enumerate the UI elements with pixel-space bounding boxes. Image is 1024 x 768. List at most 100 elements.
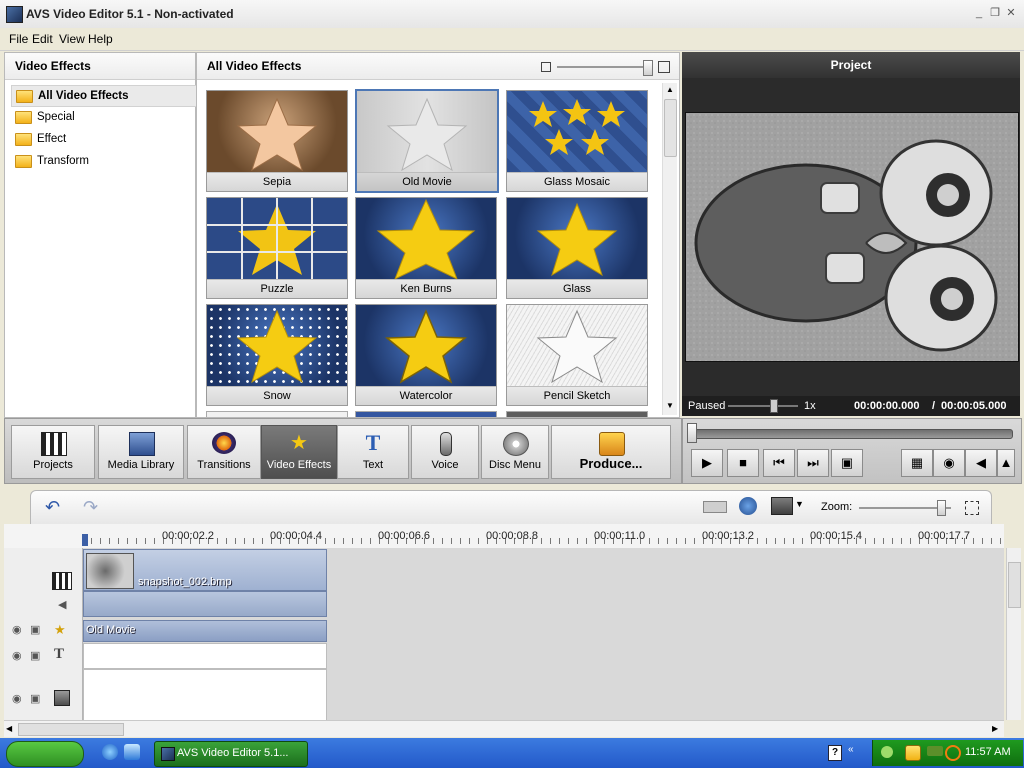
restore-button[interactable]: ❐ — [988, 6, 1002, 20]
redo-icon[interactable]: ↷ — [83, 497, 98, 518]
lock-icon[interactable]: ▣ — [30, 649, 40, 662]
effect-tile-puzzle[interactable]: Puzzle — [206, 197, 348, 299]
speed-slider-thumb[interactable] — [770, 399, 778, 413]
shield-icon[interactable] — [905, 745, 921, 761]
transitions-button[interactable]: Transitions — [187, 425, 261, 479]
menu-help[interactable]: Help — [88, 32, 113, 46]
undo-icon[interactable]: ↶ — [45, 497, 60, 518]
battery-icon[interactable] — [927, 746, 943, 756]
projects-button[interactable]: Projects — [11, 425, 95, 479]
thumbnail-size-slider[interactable] — [557, 66, 649, 68]
scroll-left-icon[interactable]: ◀ — [6, 724, 12, 733]
effect-tile-glass[interactable]: Glass — [506, 197, 648, 299]
text-clip-area[interactable] — [83, 643, 327, 669]
help-icon[interactable]: ? — [828, 745, 842, 761]
effect-clip[interactable]: Old Movie — [83, 620, 327, 642]
volume-dropdown[interactable]: ▲ — [997, 449, 1015, 477]
speed-slider[interactable] — [728, 405, 798, 407]
effect-label: Watercolor — [356, 386, 496, 405]
webcam-icon[interactable] — [739, 497, 757, 515]
video-effects-button[interactable]: ★ Video Effects — [261, 425, 337, 479]
minimize-button[interactable]: _ — [972, 6, 986, 20]
eye-icon[interactable]: ◉ — [12, 649, 22, 662]
category-special[interactable]: Special — [11, 107, 195, 127]
stop-button[interactable]: ■ — [727, 449, 759, 477]
next-frame-button[interactable]: ⏭ — [797, 449, 829, 477]
scroll-right-icon[interactable]: ▶ — [992, 724, 998, 733]
start-button[interactable] — [6, 741, 84, 767]
preview-mode-button[interactable]: ▦ — [901, 449, 933, 477]
volume-button[interactable]: ◀ — [965, 449, 997, 477]
overlay-clip-area[interactable] — [83, 669, 327, 722]
effect-tile-snow[interactable]: Snow — [206, 304, 348, 406]
scroll-down-icon[interactable]: ▼ — [665, 401, 675, 411]
playhead[interactable] — [82, 534, 88, 546]
seek-bar[interactable] — [689, 429, 1013, 439]
pencil-sketch-thumbnail — [507, 305, 647, 386]
split-icon[interactable] — [703, 501, 727, 513]
effect-tile-partial[interactable] — [506, 411, 648, 417]
gallery-scrollbar[interactable]: ▲ ▼ — [662, 83, 677, 415]
menu-view[interactable]: View — [59, 32, 85, 46]
player-controls: ▶ ■ ⏮ ⏭ ▣ ▦ ◉ ◀ ▲ — [682, 418, 1022, 484]
disc-menu-button[interactable]: Disc Menu — [481, 425, 549, 479]
slider-thumb[interactable] — [643, 60, 653, 76]
taskbar-task-avs[interactable]: AVS Video Editor 5.1... — [154, 741, 308, 767]
media-library-button[interactable]: Media Library — [98, 425, 184, 479]
eye-icon[interactable]: ◉ — [12, 623, 22, 636]
text-button[interactable]: T Text — [337, 425, 409, 479]
large-size-icon[interactable] — [658, 61, 670, 73]
play-button[interactable]: ▶ — [691, 449, 723, 477]
effect-tile-glass-mosaic[interactable]: Glass Mosaic — [506, 90, 648, 192]
close-button[interactable]: ✕ — [1004, 6, 1018, 20]
preview-video[interactable] — [685, 112, 1019, 362]
chevron-down-icon[interactable]: ▼ — [795, 499, 804, 509]
effect-tile-watercolor[interactable]: Watercolor — [355, 304, 497, 406]
voice-button[interactable]: Voice — [411, 425, 479, 479]
snapshot-button[interactable]: ◉ — [933, 449, 965, 477]
scroll-up-icon[interactable]: ▲ — [665, 85, 675, 95]
search-icon[interactable] — [945, 745, 961, 761]
task-label: AVS Video Editor 5.1... — [177, 747, 289, 759]
effect-tile-old-movie[interactable]: Old Movie — [355, 89, 499, 193]
audio-speaker-icon[interactable]: ◀ — [58, 598, 66, 611]
effect-label: Ken Burns — [356, 279, 496, 298]
effect-tile-partial[interactable] — [355, 411, 497, 417]
effect-tile-ken-burns[interactable]: Ken Burns — [355, 197, 497, 299]
old-movie-thumbnail — [357, 91, 497, 172]
scroll-thumb[interactable] — [664, 99, 677, 157]
clapper-icon — [41, 432, 67, 456]
menu-edit[interactable]: Edit — [32, 32, 53, 46]
scroll-thumb[interactable] — [1008, 562, 1021, 608]
category-all-video-effects[interactable]: All Video Effects — [11, 85, 197, 107]
network-icon[interactable] — [881, 746, 893, 758]
seek-thumb[interactable] — [687, 423, 697, 443]
timeline-ruler[interactable]: 00:00:02.2 00:00:04.4 00:00:06.6 00:00:0… — [4, 524, 1004, 549]
lock-icon[interactable]: ▣ — [30, 692, 40, 705]
small-size-icon[interactable] — [541, 62, 551, 72]
effect-tile-partial[interactable] — [206, 411, 348, 417]
internet-explorer-icon[interactable] — [102, 744, 118, 760]
category-transform[interactable]: Transform — [11, 151, 195, 171]
previous-frame-button[interactable]: ⏮ — [763, 449, 795, 477]
scroll-thumb[interactable] — [18, 723, 124, 736]
timeline-vertical-scrollbar[interactable] — [1006, 548, 1021, 720]
produce-button[interactable]: Produce... — [551, 425, 671, 479]
quick-launch-icon[interactable] — [124, 744, 140, 760]
category-effect[interactable]: Effect — [11, 129, 195, 149]
timeline-horizontal-scrollbar[interactable]: ◀ ▶ — [4, 720, 1004, 737]
monitor-icon[interactable] — [771, 497, 793, 515]
fullscreen-button[interactable]: ▣ — [831, 449, 863, 477]
lock-icon[interactable]: ▣ — [30, 623, 40, 636]
eye-icon[interactable]: ◉ — [12, 692, 22, 705]
chevron-icon[interactable]: « — [848, 744, 854, 755]
audio-clip[interactable] — [83, 591, 327, 617]
zoom-slider-thumb[interactable] — [937, 500, 946, 516]
video-clip[interactable]: snapshot_002.bmp — [83, 549, 327, 591]
app-icon — [161, 747, 175, 761]
menu-file[interactable]: File — [9, 32, 28, 46]
fit-to-window-icon[interactable] — [965, 501, 979, 515]
effect-tile-pencil-sketch[interactable]: Pencil Sketch — [506, 304, 648, 406]
windows-taskbar: AVS Video Editor 5.1... ? « 11:57 AM — [0, 738, 1024, 768]
effect-tile-sepia[interactable]: Sepia — [206, 90, 348, 192]
